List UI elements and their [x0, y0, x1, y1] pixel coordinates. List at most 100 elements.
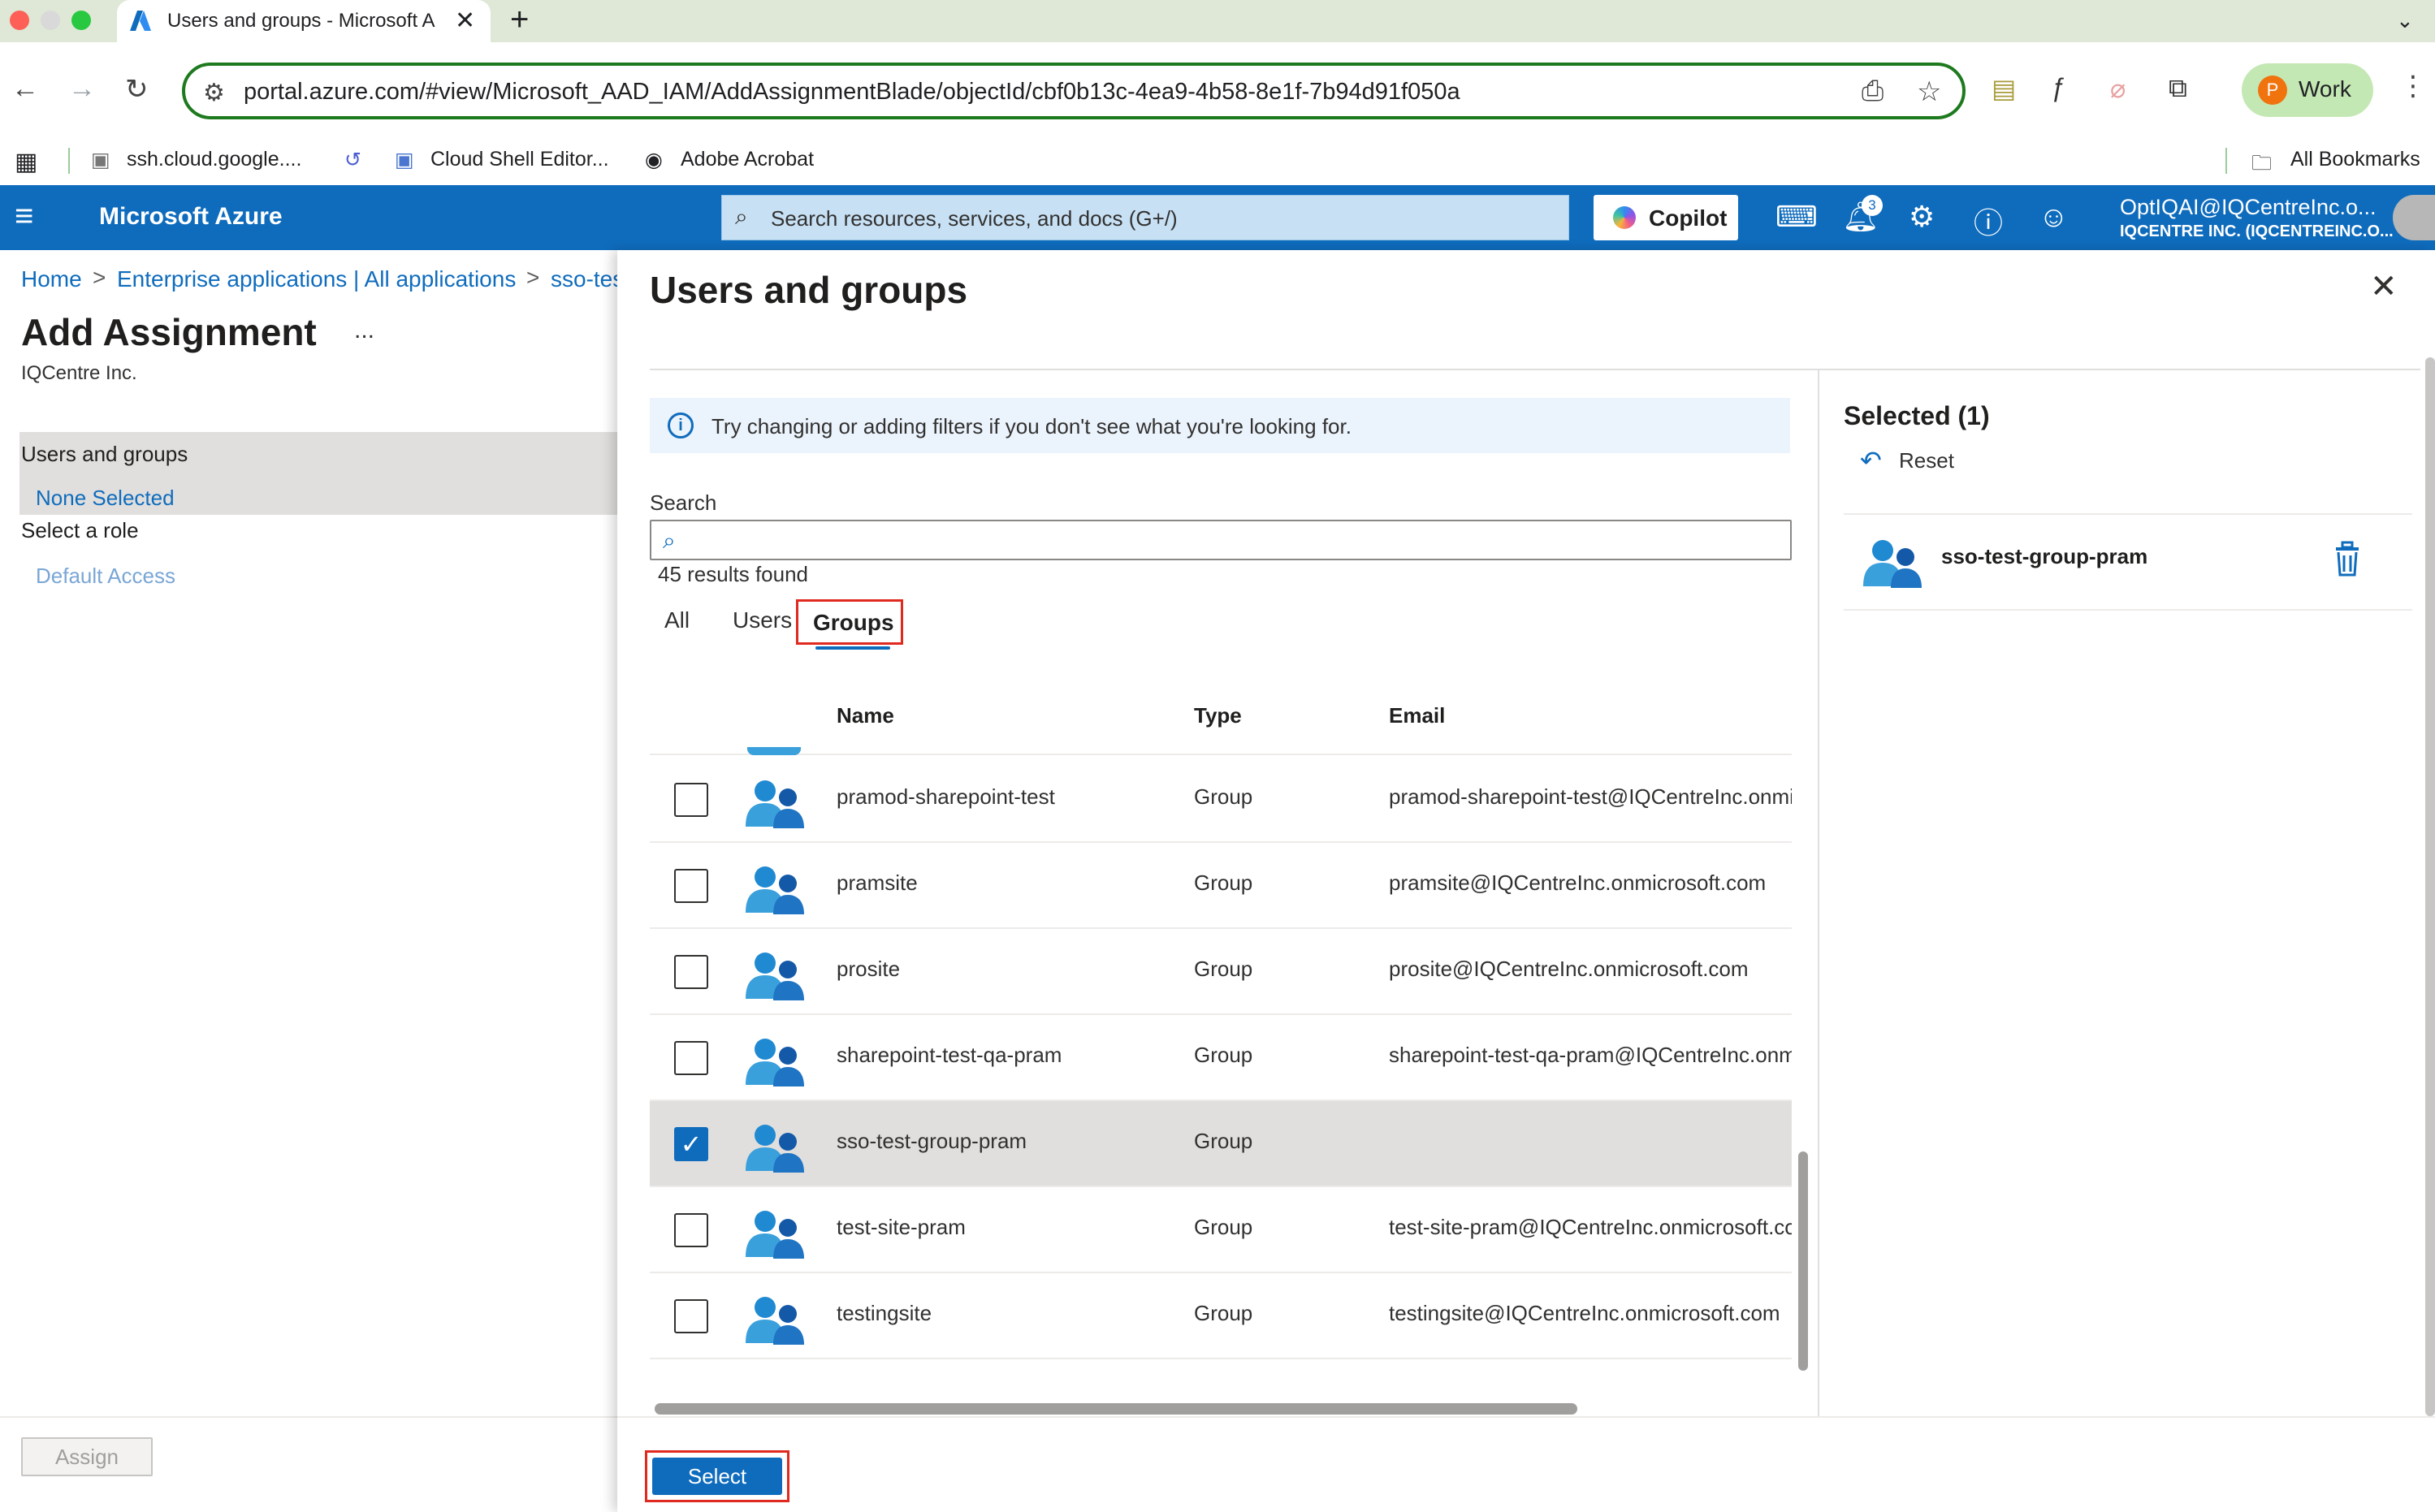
breadcrumb-enterprise-apps[interactable]: Enterprise applications | All applicatio…	[117, 266, 516, 292]
row-checkbox[interactable]	[674, 869, 708, 903]
column-email[interactable]: Email	[1389, 703, 1445, 728]
copilot-button[interactable]: Copilot	[1594, 195, 1738, 240]
table-row[interactable]: testingsite Group testingsite@IQCentreInc.…	[650, 1273, 1792, 1359]
reload-icon[interactable]: ↻	[125, 73, 149, 106]
folder-icon: 🗀	[2251, 152, 2273, 175]
browser-tab-strip: Users and groups - Microsoft Azure ✕ + ⌄	[0, 0, 2435, 42]
tab-users[interactable]: Users	[733, 607, 792, 633]
search-input[interactable]	[697, 525, 1777, 555]
profile-avatar: P	[2258, 76, 2287, 105]
table-row[interactable]: sharepoint-test-qa-pram Group sharepoint-t…	[650, 1015, 1792, 1101]
row-checkbox[interactable]	[674, 955, 708, 989]
table-header: Name Type Email	[650, 659, 1792, 755]
new-tab-button[interactable]: +	[510, 2, 529, 38]
row-email: pramsite@IQCentreInc.onmicrosoft.com	[1389, 870, 1767, 895]
forward-icon[interactable]: →	[68, 73, 96, 105]
site-info-icon[interactable]: ⚙	[203, 79, 225, 107]
breadcrumb-home[interactable]: Home	[21, 266, 82, 292]
groups-table: Name Type Email pramod-sharepoint-test Gr…	[650, 659, 1792, 1416]
extensions-puzzle-icon[interactable]: ⧉	[2169, 73, 2187, 104]
install-app-icon[interactable]: ⎙	[1862, 76, 1884, 107]
notes-extension-icon[interactable]: ▤	[1992, 73, 2016, 104]
tab-search-icon[interactable]: ⌄	[2396, 8, 2414, 33]
users-and-groups-blade: Users and groups ✕ i Try changing or add…	[617, 250, 2435, 1512]
step-users-and-groups[interactable]: Users and groups None Selected	[19, 432, 617, 515]
search-icon: ⌕	[735, 204, 748, 229]
row-checkbox[interactable]: ✓	[674, 1127, 708, 1161]
browser-tab-active[interactable]: Users and groups - Microsoft Azure ✕	[117, 0, 491, 42]
link-bookmark-icon[interactable]: ↺	[344, 148, 361, 172]
group-icon	[747, 747, 801, 755]
row-type: Group	[1194, 1215, 1253, 1239]
selected-item-name: sso-test-group-pram	[1941, 544, 2148, 568]
bookmark-cloud-shell[interactable]: Cloud Shell Editor...	[430, 148, 609, 171]
cloud-shell-icon[interactable]: ⌨	[1775, 200, 1818, 234]
row-email: testingsite@IQCentreInc.onmicrosoft.com	[1389, 1301, 1780, 1325]
help-icon[interactable]: ⓘ	[1974, 200, 2003, 242]
table-row[interactable]: pramsite Group pramsite@IQCentreInc.onmicr…	[650, 843, 1792, 929]
apps-grid-icon[interactable]: ▦	[15, 148, 37, 176]
search-field[interactable]: ⌕	[650, 520, 1792, 560]
window-close-button[interactable]	[10, 11, 29, 30]
breadcrumb-app[interactable]: sso-tes	[551, 266, 617, 292]
azure-brand[interactable]: Microsoft Azure	[99, 203, 283, 231]
row-checkbox[interactable]	[674, 1041, 708, 1075]
info-message-bar: i Try changing or adding filters if you …	[650, 398, 1790, 453]
address-url[interactable]: portal.azure.com/#view/Microsoft_AAD_IAM…	[244, 79, 1460, 106]
back-icon[interactable]: ←	[11, 73, 39, 105]
trash-icon[interactable]	[2331, 539, 2364, 578]
window-minimize-button[interactable]	[41, 11, 60, 30]
table-horizontal-scrollbar[interactable]	[655, 1403, 1577, 1415]
global-search-placeholder: Search resources, services, and docs (G+…	[771, 206, 1178, 231]
more-options-icon[interactable]: ...	[354, 317, 374, 344]
all-bookmarks[interactable]: All Bookmarks	[2290, 148, 2420, 171]
script-extension-icon[interactable]: ƒ	[2052, 73, 2066, 103]
tab-close-icon[interactable]: ✕	[455, 6, 475, 35]
notification-count-badge: 3	[1862, 195, 1883, 216]
row-type: Group	[1194, 870, 1253, 895]
undo-icon: ↶	[1860, 446, 1882, 475]
account-name[interactable]: OptIQAI@IQCentreInc.o...	[2120, 195, 2377, 220]
column-type[interactable]: Type	[1194, 703, 1242, 728]
bookmark-ssh[interactable]: ssh.cloud.google....	[127, 148, 301, 171]
default-access-link[interactable]: Default Access	[36, 564, 175, 589]
row-checkbox[interactable]	[674, 1213, 708, 1247]
account-avatar[interactable]	[2393, 195, 2435, 240]
column-name[interactable]: Name	[837, 703, 894, 728]
table-scroll-thumb[interactable]	[1798, 1151, 1808, 1371]
row-checkbox[interactable]	[674, 783, 708, 817]
close-icon[interactable]: ✕	[2370, 268, 2398, 305]
row-name: sharepoint-test-qa-pram	[837, 1043, 1062, 1067]
account-tenant[interactable]: IQCENTRE INC. (IQCENTREINC.O...	[2120, 222, 2394, 241]
assign-button[interactable]: Assign	[21, 1437, 153, 1476]
row-email: test-site-pram@IQCentreInc.onmicrosoft.c…	[1389, 1215, 1792, 1239]
settings-gear-icon[interactable]: ⚙	[1909, 200, 1935, 234]
row-email: prosite@IQCentreInc.onmicrosoft.com	[1389, 957, 1749, 981]
feedback-icon[interactable]: ☺	[2039, 200, 2069, 234]
table-row[interactable]: prosite Group prosite@IQCentreInc.onmicros…	[650, 929, 1792, 1015]
copilot-label: Copilot	[1649, 205, 1728, 231]
acrobat-extension-icon[interactable]: ⌀	[2110, 73, 2126, 104]
bookmark-star-icon[interactable]: ☆	[1917, 76, 1941, 108]
window-maximize-button[interactable]	[71, 11, 91, 30]
address-bar[interactable]: ⚙ portal.azure.com/#view/Microsoft_AAD_I…	[182, 63, 1966, 119]
blade-scrollbar[interactable]	[2425, 357, 2435, 1416]
select-button[interactable]: Select	[652, 1458, 782, 1495]
none-selected-link[interactable]: None Selected	[36, 486, 175, 511]
bookmark-adobe-acrobat[interactable]: Adobe Acrobat	[681, 148, 814, 171]
row-type: Group	[1194, 957, 1253, 981]
browser-menu-icon[interactable]: ⋮	[2399, 70, 2427, 102]
profile-button[interactable]: P Work	[2242, 63, 2373, 117]
row-checkbox[interactable]	[674, 1299, 708, 1333]
table-row[interactable]: pramod-sharepoint-test Group pramod-sharep…	[650, 757, 1792, 843]
portal-menu-icon[interactable]: ≡	[15, 198, 33, 235]
tab-groups[interactable]: Groups	[796, 599, 903, 645]
bookmarks-bar: ▦ ▣ ssh.cloud.google.... ↺ ▣ Cloud Shell…	[0, 140, 2435, 184]
search-label: Search	[650, 490, 717, 515]
global-search-input[interactable]: ⌕ Search resources, services, and docs (…	[721, 195, 1569, 240]
table-row[interactable]: ✓ sso-test-group-pram Group	[650, 1101, 1792, 1187]
copilot-icon	[1613, 206, 1636, 229]
tab-all[interactable]: All	[664, 607, 690, 633]
tab-groups-label: Groups	[813, 610, 894, 635]
table-row[interactable]: test-site-pram Group test-site-pram@IQCent…	[650, 1187, 1792, 1273]
